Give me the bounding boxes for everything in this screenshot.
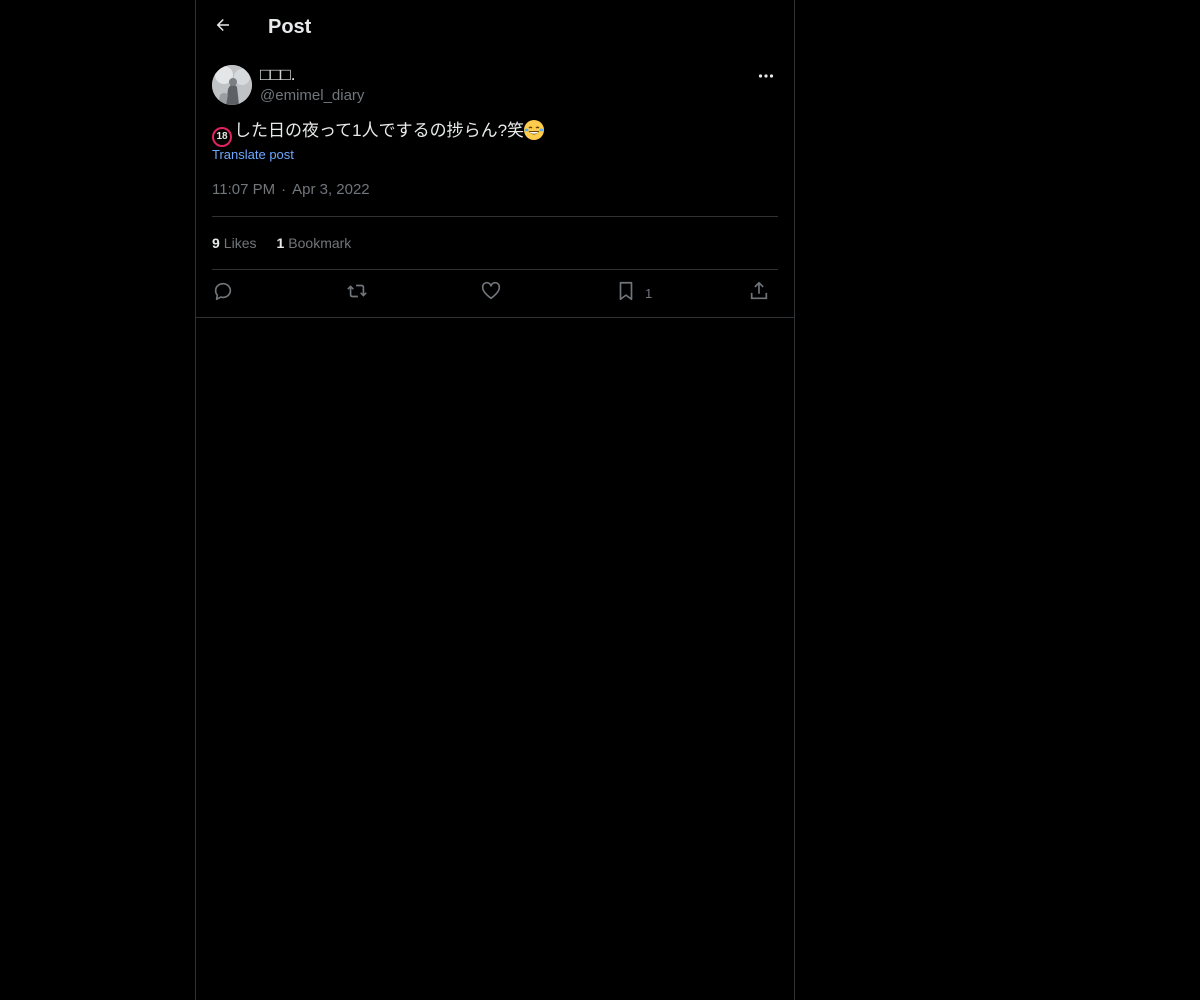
likes-stat[interactable]: 9 Likes	[212, 233, 256, 253]
post-bottom-border	[196, 317, 794, 318]
share-button[interactable]	[748, 280, 770, 306]
page-header: Post	[196, 0, 794, 53]
bookmarks-count: 1	[276, 235, 285, 251]
post-time: 11:07 PM	[212, 181, 276, 198]
translate-post-link[interactable]: Translate post	[212, 146, 294, 164]
divider	[212, 269, 778, 270]
bookmarks-label: Bookmark	[288, 235, 352, 251]
repost-icon	[346, 280, 368, 307]
more-icon	[758, 66, 774, 84]
more-options-button[interactable]	[754, 65, 778, 85]
timestamp-separator: ·	[281, 181, 287, 198]
post-body: した日の夜って1人でするの捗らん?笑	[234, 121, 525, 140]
back-arrow-icon	[214, 16, 232, 39]
reply-button[interactable]	[212, 280, 234, 306]
post-stats: 9 Likes 1 Bookmark	[212, 233, 351, 253]
likes-count: 9	[212, 235, 220, 251]
bookmark-button[interactable]: 1	[615, 280, 652, 306]
action-bar: 1	[212, 280, 778, 306]
post-text: 18 した日の夜って1人でするの捗らん?笑	[212, 119, 778, 147]
like-button[interactable]	[480, 280, 502, 306]
bookmarks-stat[interactable]: 1 Bookmark	[276, 233, 351, 253]
post-date: Apr 3, 2022	[292, 181, 370, 198]
author-row: □□□. @emimel_diary	[212, 65, 778, 107]
display-name[interactable]: □□□.	[260, 65, 296, 85]
reply-icon	[212, 280, 234, 307]
post-column: Post □□□. @emimel_diary 18 した日の夜って1人でするの捗…	[195, 0, 795, 1000]
user-handle[interactable]: @emimel_diary	[260, 86, 364, 106]
divider	[212, 216, 778, 217]
heart-icon	[480, 280, 502, 307]
page-title: Post	[268, 16, 312, 38]
back-button[interactable]	[208, 12, 238, 42]
avatar[interactable]	[212, 65, 252, 105]
likes-label: Likes	[223, 235, 257, 251]
bookmark-count: 1	[645, 285, 653, 301]
repost-button[interactable]	[346, 280, 368, 306]
share-icon	[748, 280, 770, 307]
post-timestamp[interactable]: 11:07 PM · Apr 3, 2022	[212, 180, 370, 200]
bookmark-icon	[615, 280, 637, 307]
laughing-tears-icon	[524, 120, 545, 140]
no-under-18-icon: 18	[212, 127, 232, 147]
